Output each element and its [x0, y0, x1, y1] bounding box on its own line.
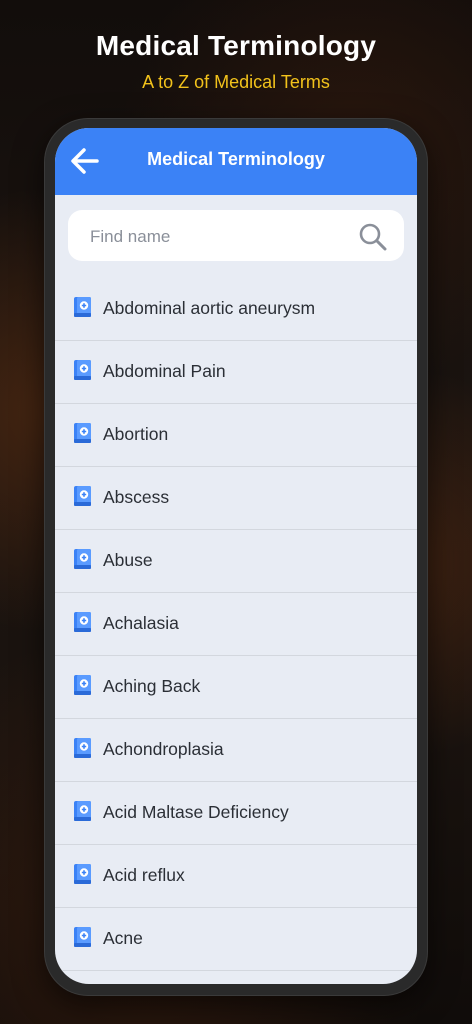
search-bar [68, 210, 404, 263]
medical-book-icon [72, 611, 94, 633]
list-item[interactable]: Achalasia [55, 593, 417, 656]
list-item[interactable]: Achondroplasia [55, 719, 417, 782]
medical-book-icon [72, 737, 94, 759]
list-item[interactable]: Acid reflux [55, 845, 417, 908]
medical-book-icon [72, 863, 94, 885]
medical-book-icon [72, 422, 94, 444]
search-button[interactable] [358, 222, 388, 252]
search-input[interactable] [88, 210, 352, 263]
list-item-label: Achondroplasia [103, 739, 224, 759]
list-item[interactable]: Abuse [55, 530, 417, 593]
app-screen: Medical Terminology Abdominal aortic ane… [55, 128, 417, 984]
list-item-label: Abdominal aortic aneurysm [103, 298, 316, 318]
medical-book-icon [72, 674, 94, 696]
list-item[interactable]: Abscess [55, 467, 417, 530]
list-item[interactable]: Acne Rhodo... [55, 971, 417, 984]
medical-book-icon [72, 926, 94, 948]
list-item-label: Acid reflux [103, 865, 185, 885]
medical-book-icon [72, 296, 94, 318]
list-item-label: Achalasia [103, 613, 179, 633]
list-item[interactable]: Acne [55, 908, 417, 971]
term-list: Abdominal aortic aneurysm Abdominal Pain A… [55, 278, 417, 984]
list-item[interactable]: Abortion [55, 404, 417, 467]
list-item[interactable]: Abdominal aortic aneurysm [55, 278, 417, 341]
list-item[interactable]: Aching Back [55, 656, 417, 719]
list-item-label: Abscess [103, 487, 170, 507]
app-bar-title: Medical Terminology [147, 149, 325, 169]
list-item-label: Acne [103, 928, 143, 948]
medical-book-icon [72, 800, 94, 822]
list-item-label: Aching Back [103, 676, 201, 696]
list-item-label: Abdominal Pain [103, 361, 226, 381]
list-item-label: Acid Maltase Deficiency [103, 802, 289, 822]
medical-book-icon [72, 548, 94, 570]
list-item-label: Abortion [103, 424, 169, 444]
list-item-label: Abuse [103, 550, 153, 570]
medical-book-icon [72, 359, 94, 381]
promo-subtitle: A to Z of Medical Terms [142, 72, 330, 92]
list-item[interactable]: Acid Maltase Deficiency [55, 782, 417, 845]
search-icon [359, 223, 387, 251]
app-bar: Medical Terminology [55, 128, 417, 195]
medical-book-icon [72, 485, 94, 507]
list-item[interactable]: Abdominal Pain [55, 341, 417, 404]
promo-title: Medical Terminology [95, 30, 377, 61]
